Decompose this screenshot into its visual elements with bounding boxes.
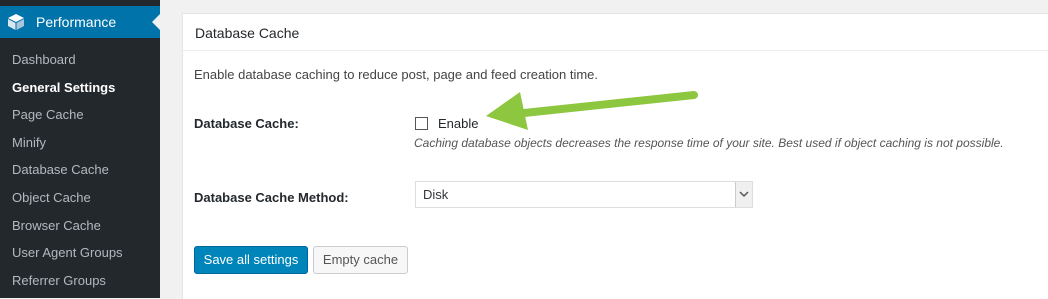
sidebar-header-title: Performance bbox=[36, 14, 117, 30]
empty-cache-button[interactable]: Empty cache bbox=[313, 246, 408, 274]
panel-title: Database Cache bbox=[195, 25, 300, 41]
database-cache-description: Caching database objects decreases the r… bbox=[414, 136, 1004, 150]
sidebar-item-database-cache[interactable]: Database Cache bbox=[0, 156, 160, 184]
enable-checkbox[interactable] bbox=[415, 117, 428, 130]
admin-sidebar: Performance Dashboard General Settings P… bbox=[0, 0, 160, 298]
annotation-arrow-icon bbox=[486, 91, 698, 130]
current-menu-pointer bbox=[152, 14, 160, 30]
sidebar-item-browser-cache[interactable]: Browser Cache bbox=[0, 212, 160, 240]
save-all-settings-button[interactable]: Save all settings bbox=[194, 246, 308, 274]
sidebar-item-minify[interactable]: Minify bbox=[0, 129, 160, 157]
database-cache-label: Database Cache: bbox=[194, 116, 299, 131]
enable-label[interactable]: Enable bbox=[438, 116, 478, 132]
panel-intro-text: Enable database caching to reduce post, … bbox=[194, 67, 599, 82]
sidebar-item-referrer-groups[interactable]: Referrer Groups bbox=[0, 267, 160, 295]
sidebar-item-general-settings[interactable]: General Settings bbox=[0, 74, 160, 102]
database-cache-method-select[interactable]: Disk bbox=[415, 181, 753, 208]
cube-icon bbox=[8, 14, 24, 30]
sidebar-item-dashboard[interactable]: Dashboard bbox=[0, 46, 160, 74]
select-dropdown-button[interactable] bbox=[735, 182, 752, 207]
database-cache-panel: Database Cache Enable database caching t… bbox=[182, 13, 1048, 299]
select-value: Disk bbox=[423, 187, 449, 202]
sidebar-item-performance[interactable]: Performance bbox=[0, 6, 160, 38]
chevron-down-icon bbox=[739, 191, 749, 198]
sidebar-item-page-cache[interactable]: Page Cache bbox=[0, 101, 160, 129]
sidebar-submenu: Dashboard General Settings Page Cache Mi… bbox=[0, 46, 160, 294]
database-cache-method-label: Database Cache Method: bbox=[194, 190, 349, 205]
sidebar-item-object-cache[interactable]: Object Cache bbox=[0, 184, 160, 212]
sidebar-item-user-agent-groups[interactable]: User Agent Groups bbox=[0, 239, 160, 267]
panel-heading: Database Cache bbox=[183, 14, 1048, 51]
